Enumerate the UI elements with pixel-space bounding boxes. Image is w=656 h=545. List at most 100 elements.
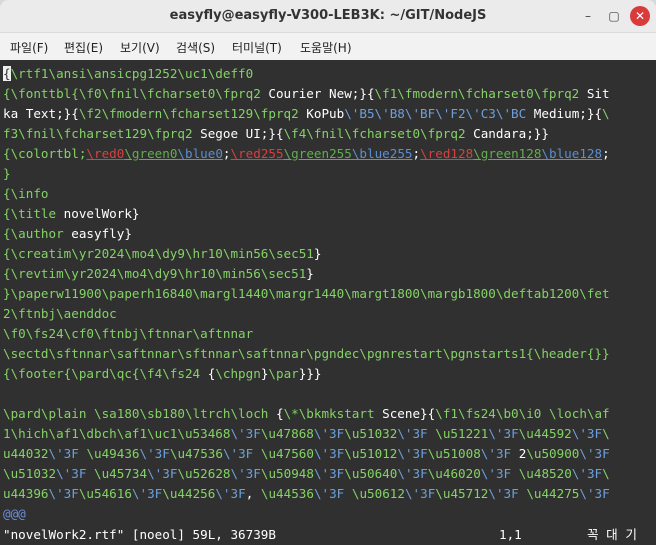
line-segment: {	[200, 366, 216, 381]
line-segment: \u51032	[344, 426, 398, 441]
line-segment: \u47536	[169, 446, 223, 461]
cursor-position: 1,1	[499, 527, 522, 542]
line-segment: }\paperw11900\paperh16840\margl1440\marg…	[3, 286, 610, 301]
line-segment: \blue255	[351, 146, 413, 161]
line-segment: Medium;}{	[526, 106, 603, 121]
line-segment: \u51008	[427, 446, 481, 461]
line-segment: @@@	[3, 506, 26, 521]
line-segment: \par	[268, 366, 299, 381]
menu-edit[interactable]: 편집(E)	[64, 39, 103, 56]
line-segment: \u51221	[435, 426, 489, 441]
line-segment: \green0	[124, 146, 178, 161]
line-segment: \'3F	[480, 446, 512, 461]
line-segment: 2	[511, 446, 527, 461]
line-segment: \'3F	[56, 466, 87, 481]
line-segment: \u50900	[526, 446, 580, 461]
title-bar[interactable]: easyfly@easyfly-V300-LEB3K: ~/GIT/NodeJS…	[0, 0, 656, 33]
line-segment: \u52628	[177, 466, 231, 481]
terminal-line: }\paperw11900\paperh16840\margl1440\marg…	[3, 284, 610, 304]
line-segment: {\fonttbl{\f0\fnil\fcharset0\fprq2	[3, 86, 261, 101]
terminal-line: 2\ftnbj\aenddoc	[3, 304, 117, 324]
line-segment: \'3F	[215, 486, 246, 501]
line-segment: \chpgn	[215, 366, 261, 381]
line-segment: }	[313, 246, 322, 261]
line-segment: \'3F	[404, 486, 436, 501]
line-segment: \u44256	[162, 486, 216, 501]
line-segment	[344, 486, 352, 501]
line-segment	[541, 406, 549, 421]
line-segment: \u54616	[78, 486, 132, 501]
line-segment: Scene}{	[374, 406, 436, 421]
terminal-line: f3\fnil\fcharset129\fprq2 Segoe UI;}{\f4…	[3, 124, 549, 144]
line-segment: \'3F	[571, 426, 603, 441]
line-segment: {\creatim\yr2024\mo4\dy9\hr10\min56\sec5…	[3, 246, 314, 261]
line-segment: \rtf1\ansi\ansicpg1252\uc1\deff0	[10, 66, 254, 81]
line-segment: \u48520	[518, 466, 572, 481]
line-segment	[86, 406, 94, 421]
line-segment: ka Text;}{	[3, 106, 79, 121]
line-segment: 1\hich\af1\dbch\af1\uc1\u53468	[3, 426, 231, 441]
line-segment: u44032	[3, 446, 49, 461]
line-segment: \'3F	[397, 426, 428, 441]
line-segment: \blue128	[541, 146, 603, 161]
menu-view[interactable]: 보기(V)	[120, 39, 160, 56]
line-segment: {\author	[3, 226, 64, 241]
line-segment: \loch\af	[548, 406, 610, 421]
menu-terminal[interactable]: 터미널(T)	[232, 39, 282, 56]
terminal-line: ka Text;}{\f2\fmodern\fcharset129\fprq2 …	[3, 104, 610, 124]
terminal-line: \f0\fs24\cf0\ftnbj\ftnnar\aftnnar	[3, 324, 253, 344]
status-file: "novelWork2.rtf" [noeol] 59L, 36739B	[3, 527, 276, 542]
terminal-line: @@@	[3, 504, 26, 524]
line-segment: \u46020	[427, 466, 481, 481]
line-segment: \	[602, 426, 610, 441]
minimize-button[interactable]: –	[578, 6, 598, 26]
line-segment: \u45734	[94, 466, 148, 481]
line-segment: }	[306, 266, 314, 281]
line-segment: \u51012	[344, 446, 398, 461]
line-segment: \'3F	[480, 466, 512, 481]
line-segment: \u44275	[526, 486, 580, 501]
line-segment: u44396	[3, 486, 49, 501]
terminal-line: 1\hich\af1\dbch\af1\uc1\u53468\'3F\u4786…	[3, 424, 610, 444]
terminal-line: {\footer{\pard\qc{\f4\fs24 {\chpgn}\par}…	[3, 364, 322, 384]
terminal-line: \pard\plain \sa180\sb180\ltrch\loch {\*\…	[3, 404, 610, 424]
terminal-line: {\revtim\yr2024\mo4\dy9\hr10\min56\sec51…	[3, 264, 314, 284]
line-segment: \u45712	[435, 486, 489, 501]
terminal-line: \sectd\sftnnar\saftnnar\sftnnar\saftnnar…	[3, 344, 610, 364]
menu-file[interactable]: 파일(F)	[10, 39, 48, 56]
menu-help[interactable]: 도움말(H)	[300, 39, 352, 56]
line-segment: \'3F	[147, 466, 178, 481]
line-segment: {\footer{\pard\qc{\f4\fs24	[3, 366, 201, 381]
line-segment: \u44536	[260, 486, 314, 501]
line-segment: {\info	[3, 186, 49, 201]
terminal-content[interactable]: "novelWork2.rtf" [noeol] 59L, 36739B 1,1…	[0, 60, 656, 545]
line-segment: \f4\fnil\fcharset0\fprq2	[283, 126, 466, 141]
status-line: "novelWork2.rtf" [noeol] 59L, 36739B 1,1…	[3, 525, 653, 545]
line-segment: \'B5\'B8\'BF\'F2\'C3\'BC	[344, 106, 527, 121]
line-segment: \red255	[230, 146, 284, 161]
maximize-button[interactable]: ▢	[604, 6, 624, 26]
line-segment: ,	[245, 486, 261, 501]
line-segment: \blue0	[177, 146, 223, 161]
line-segment: \u50640	[344, 466, 398, 481]
line-segment: \'3F	[579, 446, 610, 461]
line-segment: \'3F	[488, 426, 519, 441]
line-segment: \green255	[283, 146, 352, 161]
line-segment: \f2\fmodern\fcharset129\fprq2	[78, 106, 299, 121]
line-segment: easyfly}	[63, 226, 132, 241]
text-cursor: {	[3, 66, 11, 81]
menu-search[interactable]: 검색(S)	[176, 39, 215, 56]
line-segment: }	[3, 166, 11, 181]
terminal-line: u44032\'3F \u49436\'3F\u47536\'3F \u4756…	[3, 444, 610, 464]
line-segment: {\colortbl;	[3, 146, 87, 161]
line-segment: \u51032	[3, 466, 57, 481]
line-segment: \u49436	[86, 446, 140, 461]
line-segment: \'3F	[313, 426, 345, 441]
line-segment: \f1\fs24\b0\i0	[435, 406, 542, 421]
line-segment: \sectd\sftnnar\saftnnar\sftnnar\saftnnar…	[3, 346, 610, 361]
line-segment: ;	[222, 146, 231, 161]
line-segment: \'3F	[139, 446, 170, 461]
line-segment: {\revtim\yr2024\mo4\dy9\hr10\min56\sec51	[3, 266, 307, 281]
line-segment: \red128	[420, 146, 474, 161]
close-button[interactable]: ✕	[630, 6, 650, 26]
